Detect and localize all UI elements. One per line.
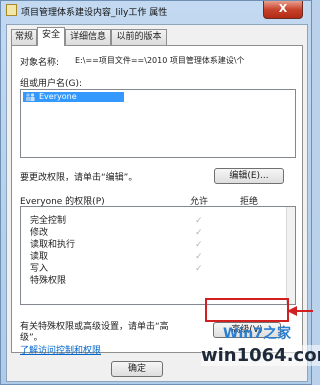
users-icon [26, 93, 35, 101]
edit-button[interactable]: 编辑(E)... [214, 168, 284, 184]
permissions-list[interactable]: 完全控制 ✓ 修改 ✓ 读取和执行 ✓ 读取 ✓ 写入 ✓ 特殊权限 [20, 206, 296, 305]
tab-details[interactable]: 详细信息 [65, 29, 111, 45]
edit-hint: 要更改权限，请单击“编辑”。 [20, 173, 138, 183]
window-title: 项目管理体系建设内容_lily工作 属性 [21, 8, 168, 18]
tab-security[interactable]: 安全 [37, 27, 65, 46]
watermark-line1: Win7之家 [223, 326, 291, 342]
arrow-shaft [297, 310, 313, 312]
allow-check-icon: ✓ [195, 264, 203, 274]
watermark-line2: win1064.com [201, 345, 320, 366]
group-item-label: Everyone [39, 92, 77, 101]
perm-special: 特殊权限 [30, 276, 67, 286]
group-item-everyone[interactable]: Everyone [23, 92, 124, 102]
object-name-label: 对象名称: [20, 58, 60, 68]
allow-check-icon: ✓ [195, 216, 203, 226]
groups-label: 组或用户名(G): [20, 79, 83, 89]
highlight-box [205, 298, 289, 322]
perm-read: 读取 [30, 252, 49, 262]
allow-check-icon: ✓ [195, 252, 203, 262]
object-name-value: E:\==项目文件==\2010 项目管理体系建设\个 [75, 56, 245, 65]
close-button[interactable]: X [263, 1, 303, 19]
file-icon [6, 4, 17, 16]
perm-write: 写入 [30, 264, 49, 274]
ok-button[interactable]: 确定 [111, 361, 163, 377]
allow-check-icon: ✓ [195, 240, 203, 250]
arrow-left-icon [287, 306, 297, 316]
properties-window: 项目管理体系建设内容_lily工作 属性 X 常规 安全 详细信息 以前的版本 … [0, 0, 320, 385]
tab-previous-versions[interactable]: 以前的版本 [111, 29, 167, 45]
access-control-link[interactable]: 了解访问控制和权限 [20, 343, 101, 356]
perm-full-control: 完全控制 [30, 216, 67, 226]
perm-modify: 修改 [30, 228, 49, 238]
perm-read-execute: 读取和执行 [30, 240, 76, 250]
tab-general[interactable]: 常规 [11, 29, 37, 45]
permissions-scrollbar[interactable] [286, 207, 295, 304]
special-hint-line2: 级”。 [20, 333, 43, 343]
allow-check-icon: ✓ [195, 228, 203, 238]
groups-listbox[interactable]: Everyone [20, 89, 296, 158]
